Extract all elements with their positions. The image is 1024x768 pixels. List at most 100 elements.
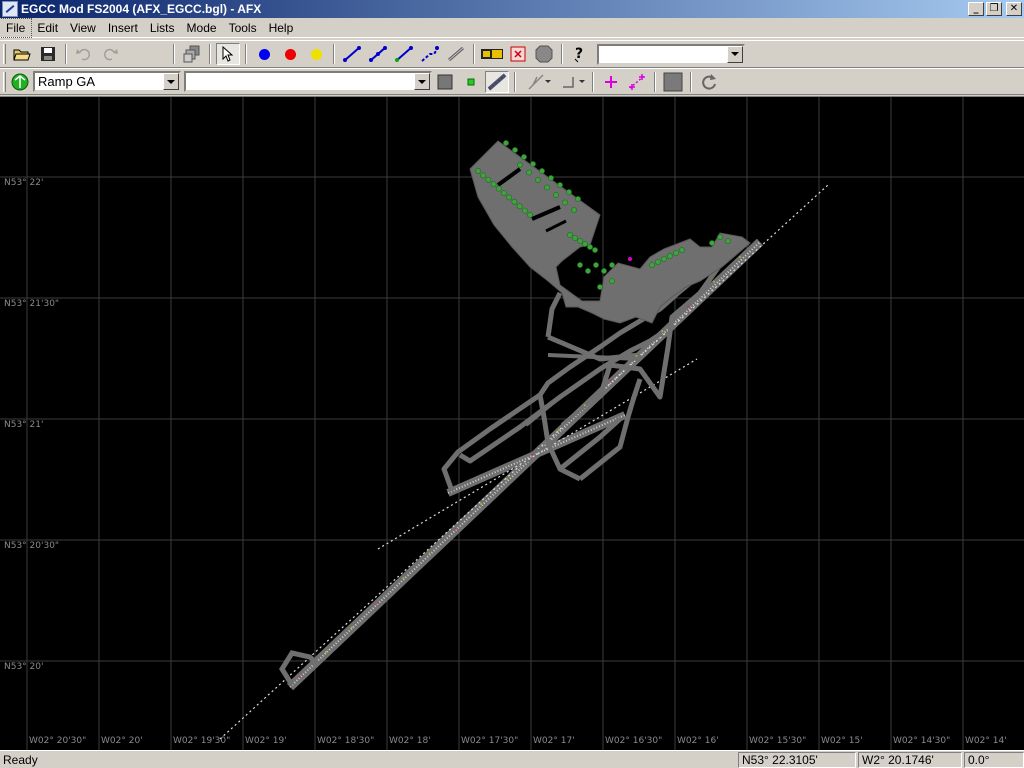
- tree-object[interactable]: [582, 241, 588, 247]
- tree-object[interactable]: [521, 207, 528, 214]
- tree-object[interactable]: [571, 207, 577, 213]
- tree-object[interactable]: [673, 250, 679, 256]
- tree-object[interactable]: [679, 247, 685, 253]
- tree-object[interactable]: [601, 268, 607, 274]
- taxiway-network[interactable]: [441, 240, 750, 492]
- menu-file[interactable]: File: [0, 17, 33, 38]
- layers-button[interactable]: [180, 43, 204, 65]
- taxi-sign-button[interactable]: [480, 43, 504, 65]
- tree-object[interactable]: [609, 278, 615, 284]
- tree-object[interactable]: [506, 194, 513, 201]
- save-button[interactable]: [36, 43, 60, 65]
- tree-object[interactable]: [661, 256, 667, 262]
- tree-object[interactable]: [725, 238, 731, 244]
- taxiway-path-button[interactable]: [340, 43, 364, 65]
- chevron-down-icon[interactable]: [727, 45, 743, 63]
- bezier-button[interactable]: [521, 71, 553, 93]
- tree-object[interactable]: [609, 262, 615, 268]
- fill-button[interactable]: [661, 71, 685, 93]
- globe-button[interactable]: [10, 71, 30, 93]
- tree-object[interactable]: [562, 199, 568, 206]
- chevron-down-icon[interactable]: [163, 73, 179, 90]
- minimize-button[interactable]: _: [968, 2, 984, 16]
- restore-button[interactable]: ❐: [986, 2, 1002, 16]
- tree-object[interactable]: [495, 185, 502, 192]
- tree-object[interactable]: [485, 176, 492, 183]
- airport-map[interactable]: [0, 97, 1024, 750]
- menu-mode[interactable]: Mode: [181, 19, 223, 37]
- tree-object[interactable]: [527, 212, 533, 218]
- edge-line-button[interactable]: [444, 43, 468, 65]
- tree-object[interactable]: [709, 240, 715, 246]
- tree-object[interactable]: [535, 177, 541, 183]
- runway-long[interactable]: [286, 238, 764, 691]
- secondary-select[interactable]: [184, 71, 432, 92]
- app-icon[interactable]: [2, 1, 18, 17]
- tree-object[interactable]: [572, 235, 578, 241]
- chevron-down-icon[interactable]: [414, 73, 430, 90]
- tree-object[interactable]: [587, 244, 593, 250]
- toolbar-grip[interactable]: [3, 71, 6, 92]
- tree-object[interactable]: [521, 154, 527, 160]
- tree-object[interactable]: [592, 247, 598, 253]
- tree-object[interactable]: [548, 175, 554, 181]
- tree-object[interactable]: [501, 190, 507, 196]
- tree-object[interactable]: [597, 284, 603, 290]
- select-tool-button[interactable]: [216, 43, 240, 65]
- vehicle-path-button[interactable]: [418, 43, 442, 65]
- menu-lists[interactable]: Lists: [144, 19, 181, 37]
- boundary-polygon-button[interactable]: [532, 43, 556, 65]
- toolbar-search-combo[interactable]: [597, 43, 745, 65]
- insert-blue-point-button[interactable]: [252, 43, 276, 65]
- menu-view[interactable]: View: [64, 19, 102, 37]
- tree-object[interactable]: [649, 262, 655, 268]
- insert-red-point-button[interactable]: [278, 43, 302, 65]
- tree-object[interactable]: [553, 192, 559, 198]
- menu-edit[interactable]: Edit: [31, 19, 64, 37]
- tree-object[interactable]: [503, 140, 509, 146]
- parking-type-select[interactable]: Ramp GA: [33, 71, 181, 92]
- tree-object[interactable]: [511, 198, 518, 205]
- menu-insert[interactable]: Insert: [102, 19, 144, 37]
- tree-object[interactable]: [566, 189, 572, 195]
- tree-object[interactable]: [577, 238, 583, 244]
- surface-button[interactable]: [433, 71, 457, 93]
- undo-button[interactable]: [72, 43, 96, 65]
- redo-button[interactable]: [98, 43, 122, 65]
- menu-tools[interactable]: Tools: [223, 19, 263, 37]
- add-link-button[interactable]: [625, 71, 649, 93]
- add-node-button[interactable]: [599, 71, 623, 93]
- map-canvas[interactable]: N53° 22' N53° 21'30" N53° 21' N53° 20'30" N5…: [0, 96, 1024, 750]
- tree-object[interactable]: [516, 203, 523, 210]
- tree-object[interactable]: [539, 168, 545, 174]
- close-button[interactable]: ✕: [1006, 2, 1022, 16]
- tree-object[interactable]: [567, 232, 573, 238]
- tree-object[interactable]: [526, 169, 532, 176]
- corner-button[interactable]: [555, 71, 587, 93]
- tree-object[interactable]: [655, 259, 661, 265]
- refresh-button[interactable]: [697, 71, 721, 93]
- tree-object[interactable]: [544, 184, 550, 191]
- tree-object[interactable]: [475, 168, 481, 174]
- node-button[interactable]: [459, 71, 483, 93]
- exclusion-button[interactable]: [506, 43, 530, 65]
- tree-object[interactable]: [480, 172, 487, 179]
- open-button[interactable]: [10, 43, 34, 65]
- tree-object[interactable]: [585, 268, 591, 274]
- help-button[interactable]: ?: [568, 43, 592, 65]
- tree-object[interactable]: [512, 147, 518, 153]
- parking-path-button[interactable]: [392, 43, 416, 65]
- line-edit-button[interactable]: [485, 70, 509, 93]
- insert-yellow-point-button[interactable]: [304, 43, 328, 65]
- tree-object[interactable]: [557, 182, 563, 188]
- tree-object[interactable]: [575, 196, 581, 202]
- toolbar-grip[interactable]: [3, 44, 6, 64]
- runway-path-button[interactable]: [366, 43, 390, 65]
- menu-help[interactable]: Help: [263, 19, 300, 37]
- tree-object[interactable]: [517, 162, 523, 168]
- tree-object[interactable]: [593, 262, 599, 268]
- marker-point[interactable]: [628, 257, 632, 261]
- tree-object[interactable]: [667, 253, 673, 259]
- tree-object[interactable]: [490, 181, 497, 188]
- tree-object[interactable]: [530, 161, 536, 167]
